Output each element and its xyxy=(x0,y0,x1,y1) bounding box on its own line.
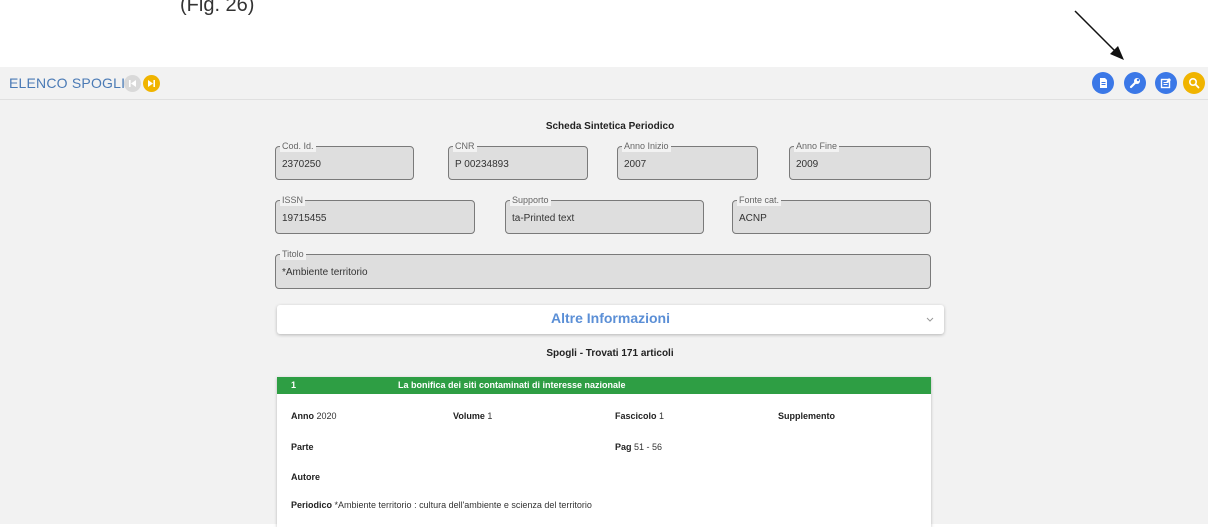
accordion-title: Altre Informazioni xyxy=(550,310,670,326)
fonte-cat-value: ACNP xyxy=(739,213,767,224)
page-title: ELENCO SPOGLI xyxy=(9,75,126,91)
fascicolo-label: Fascicolo xyxy=(615,411,657,421)
edit-note-icon xyxy=(1160,78,1171,89)
search-icon xyxy=(1188,77,1200,89)
anno-cell: Anno 2020 xyxy=(291,411,337,421)
supplemento-label: Supplemento xyxy=(778,411,836,421)
parte-label: Parte xyxy=(291,442,314,452)
altre-informazioni-accordion[interactable]: Altre Informazioni xyxy=(277,305,944,334)
fascicolo-cell: Fascicolo 1 xyxy=(615,411,664,421)
cod-id-value: 2370250 xyxy=(282,159,321,170)
cnr-value: P 00234893 xyxy=(455,159,509,170)
anno-fine-label: Anno Fine xyxy=(794,140,840,152)
anno-inizio-value: 2007 xyxy=(624,159,647,170)
main-content: Scheda Sintetica Periodico Cod. Id. 2370… xyxy=(0,100,1208,527)
fonte-cat-label: Fonte cat. xyxy=(737,194,782,206)
tools-button[interactable] xyxy=(1124,72,1146,94)
anno-inizio-label: Anno Inizio xyxy=(622,140,671,152)
volume-label: Volume xyxy=(453,411,485,421)
skip-last-icon xyxy=(148,80,155,87)
article-title: La bonifica dei siti contaminati di inte… xyxy=(398,380,626,390)
anno-label: Anno xyxy=(291,411,314,421)
fonte-cat-field[interactable]: Fonte cat. ACNP xyxy=(732,194,931,234)
issn-value: 19715455 xyxy=(282,213,327,224)
autore-cell: Autore xyxy=(291,472,320,482)
titolo-label: Titolo xyxy=(280,248,306,260)
chevron-down-icon xyxy=(926,317,934,322)
article-card-header: 1 La bonifica dei siti contaminati di in… xyxy=(277,377,931,394)
anno-inizio-field[interactable]: Anno Inizio 2007 xyxy=(617,140,758,180)
cod-id-field[interactable]: Cod. Id. 2370250 xyxy=(275,140,414,180)
wrench-icon xyxy=(1129,78,1140,89)
top-bar: ELENCO SPOGLI xyxy=(0,67,1208,100)
parte-cell: Parte xyxy=(291,442,314,452)
supporto-field[interactable]: Supporto ta-Printed text xyxy=(505,194,704,234)
supporto-label: Supporto xyxy=(510,194,551,206)
pag-value: 51 - 56 xyxy=(634,442,663,452)
fascicolo-value: 1 xyxy=(659,411,665,421)
supporto-value: ta-Printed text xyxy=(512,213,575,224)
spogli-title: Spogli - Trovati 171 articoli xyxy=(546,348,674,359)
search-button[interactable] xyxy=(1183,72,1205,94)
volume-value: 1 xyxy=(487,411,493,421)
periodico-cell: Periodico *Ambiente territorio : cultura… xyxy=(291,500,592,510)
document-caption: (Fig. 26) xyxy=(180,0,255,16)
cnr-label: CNR xyxy=(453,140,477,152)
periodico-value: *Ambiente territorio : cultura dell'ambi… xyxy=(334,500,592,510)
document-icon xyxy=(1100,78,1107,88)
anno-fine-value: 2009 xyxy=(796,159,819,170)
supplemento-cell: Supplemento xyxy=(778,411,835,421)
document-button[interactable] xyxy=(1092,72,1114,94)
titolo-field[interactable]: Titolo *Ambiente territorio xyxy=(275,248,931,289)
skip-first-icon xyxy=(129,80,136,87)
issn-label: ISSN xyxy=(280,194,306,206)
edit-button[interactable] xyxy=(1155,72,1177,94)
scheda-title: Scheda Sintetica Periodico xyxy=(545,121,675,132)
pag-cell: Pag 51 - 56 xyxy=(615,442,662,452)
pag-label: Pag xyxy=(615,442,632,452)
titolo-value: *Ambiente territorio xyxy=(282,267,368,278)
autore-label: Autore xyxy=(291,472,320,482)
annotation-arrow-icon xyxy=(1074,10,1124,60)
cod-id-label: Cod. Id. xyxy=(280,140,316,152)
first-record-button[interactable] xyxy=(124,75,141,92)
cnr-field[interactable]: CNR P 00234893 xyxy=(448,140,588,180)
anno-fine-field[interactable]: Anno Fine 2009 xyxy=(789,140,931,180)
periodico-label: Periodico xyxy=(291,500,333,510)
volume-cell: Volume 1 xyxy=(453,411,492,421)
article-card[interactable]: 1 La bonifica dei siti contaminati di in… xyxy=(277,377,931,527)
issn-field[interactable]: ISSN 19715455 xyxy=(275,194,475,234)
article-number: 1 xyxy=(291,380,297,390)
anno-value: 2020 xyxy=(316,411,337,421)
last-record-button[interactable] xyxy=(143,75,160,92)
